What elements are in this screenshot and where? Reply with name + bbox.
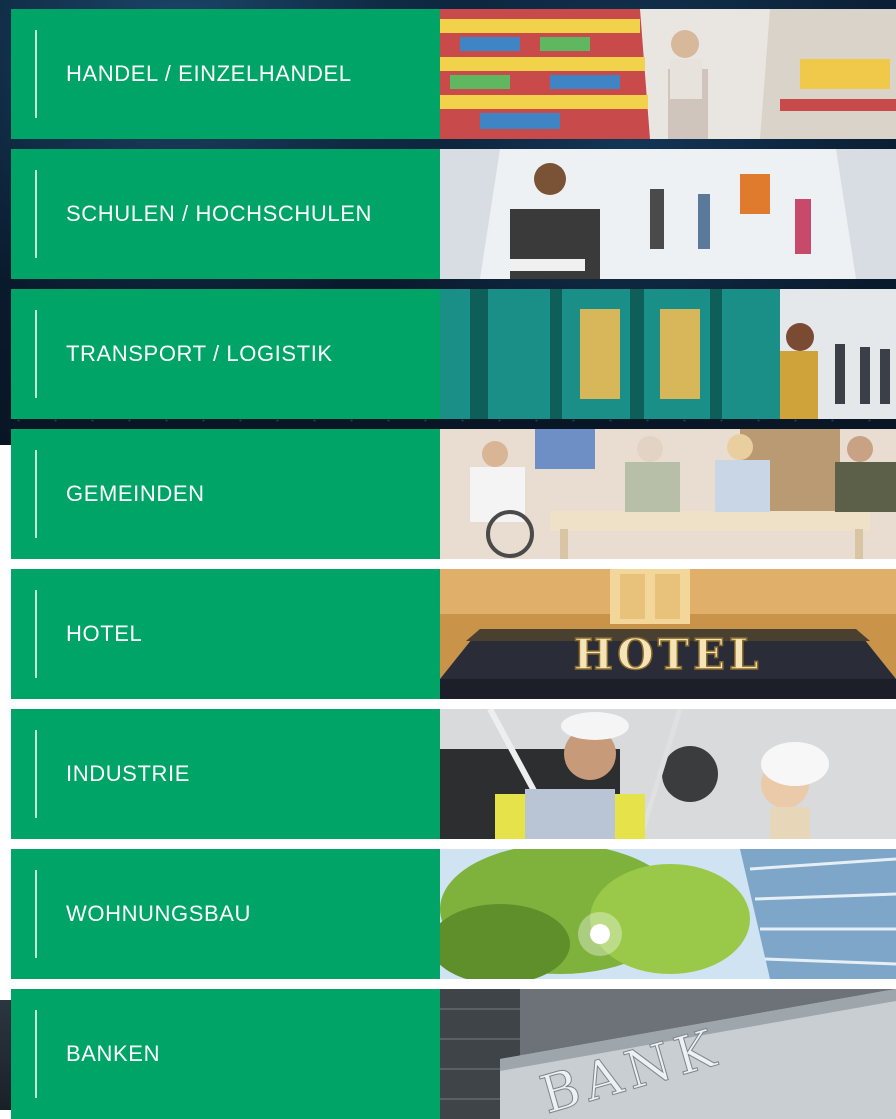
tile-label-panel: HANDEL / EINZELHANDEL: [11, 9, 440, 139]
tile-label: GEMEINDEN: [66, 481, 205, 506]
tile-divider: [35, 450, 37, 538]
hotel-facade-photo: HOTEL: [440, 569, 896, 699]
tile-divider: [35, 170, 37, 258]
tile-industrie[interactable]: INDUSTRIE: [11, 709, 896, 839]
tile-label: HANDEL / EINZELHANDEL: [66, 61, 352, 86]
tile-label: BANKEN: [66, 1041, 161, 1066]
residential-building-trees-photo: [440, 849, 896, 979]
tile-divider: [35, 870, 37, 958]
tile-label: TRANSPORT / LOGISTIK: [66, 341, 333, 366]
tile-label-panel: GEMEINDEN: [11, 429, 440, 559]
tile-label-panel: TRANSPORT / LOGISTIK: [11, 289, 440, 419]
tile-label: SCHULEN / HOCHSCHULEN: [66, 201, 372, 226]
supermarket-aisle-photo: [440, 9, 896, 139]
tile-label-panel: SCHULEN / HOCHSCHULEN: [11, 149, 440, 279]
tile-label-panel: HOTEL: [11, 569, 440, 699]
tile-divider: [35, 310, 37, 398]
tile-divider: [35, 590, 37, 678]
tile-label: WOHNUNGSBAU: [66, 901, 252, 926]
tile-label-panel: WOHNUNGSBAU: [11, 849, 440, 979]
bank-building-photo: BANK: [440, 989, 896, 1119]
tile-divider: [35, 30, 37, 118]
hotel-sign-text: HOTEL: [573, 630, 762, 679]
university-hallway-photo: [440, 149, 896, 279]
tile-gemeinden[interactable]: GEMEINDEN: [11, 429, 896, 559]
tile-handel[interactable]: HANDEL / EINZELHANDEL: [11, 9, 896, 139]
tile-label: INDUSTRIE: [66, 761, 190, 786]
tile-label-panel: BANKEN: [11, 989, 440, 1119]
tile-label: HOTEL: [66, 621, 143, 646]
tile-transport[interactable]: TRANSPORT / LOGISTIK: [11, 289, 896, 419]
tile-hotel[interactable]: HOTEL HOTEL: [11, 569, 896, 699]
tile-divider: [35, 1010, 37, 1098]
train-platform-photo: [440, 289, 896, 419]
tile-label-panel: INDUSTRIE: [11, 709, 440, 839]
industrial-workers-photo: [440, 709, 896, 839]
community-center-photo: [440, 429, 896, 559]
tile-divider: [35, 730, 37, 818]
tile-wohnungsbau[interactable]: WOHNUNGSBAU: [11, 849, 896, 979]
tile-banken[interactable]: BANKEN BANK: [11, 989, 896, 1119]
tile-schulen[interactable]: SCHULEN / HOCHSCHULEN: [11, 149, 896, 279]
